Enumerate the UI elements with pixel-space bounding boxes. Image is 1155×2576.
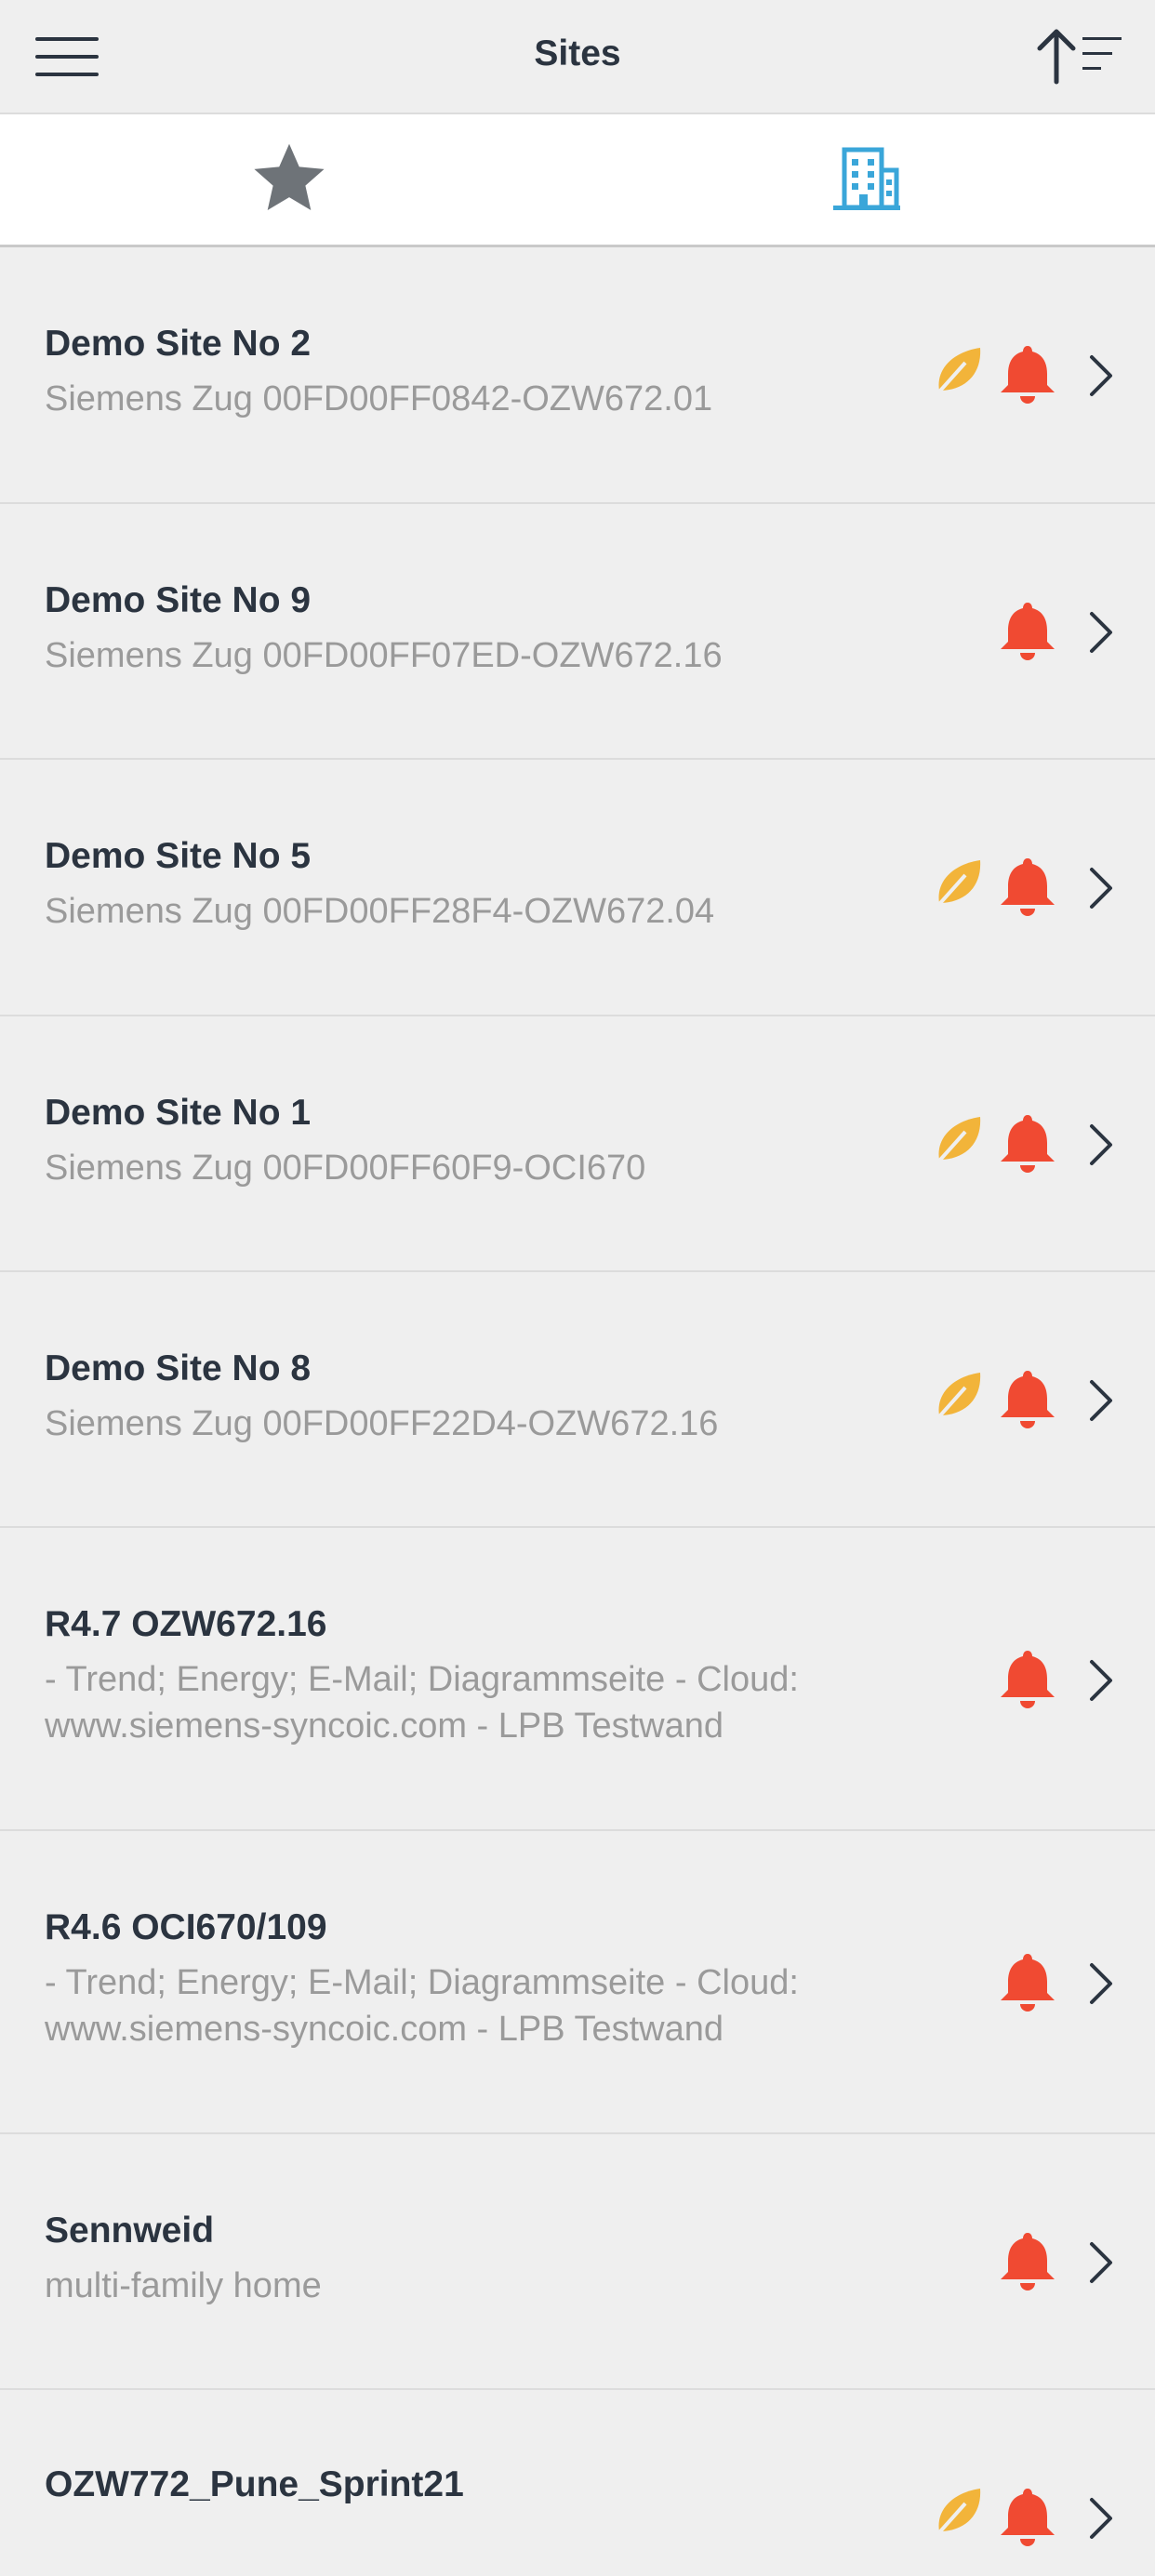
site-description: Siemens Zug 00FD00FF07ED-OZW672.16 bbox=[45, 636, 723, 675]
site-name: Demo Site No 5 bbox=[45, 836, 312, 876]
site-description: Siemens Zug 00FD00FF60F9-OCI670 bbox=[45, 1149, 646, 1188]
sort-ascending-icon bbox=[1037, 29, 1122, 85]
star-icon bbox=[253, 143, 325, 211]
leaf-icon bbox=[932, 348, 981, 400]
app-header: Sites bbox=[0, 0, 1155, 114]
site-name: R4.6 OCI670/109 bbox=[45, 1907, 327, 1947]
site-name: Demo Site No 8 bbox=[45, 1348, 312, 1388]
chevron-right-icon bbox=[1090, 2242, 1112, 2283]
leaf-icon bbox=[932, 1117, 981, 1169]
alarm-bell-icon bbox=[1001, 1115, 1055, 1173]
sites-list: Demo Site No 2 Siemens Zug 00FD00FF0842-… bbox=[0, 247, 1155, 2576]
site-description: - Trend; Energy; E-Mail; Diagrammseite -… bbox=[45, 1963, 799, 2049]
leaf-icon bbox=[932, 1373, 981, 1425]
list-item[interactable]: R4.6 OCI670/109 - Trend; Energy; E-Mail;… bbox=[0, 1831, 1155, 2134]
site-name: Demo Site No 1 bbox=[45, 1093, 312, 1133]
tab-sites[interactable] bbox=[578, 114, 1155, 245]
list-item[interactable]: Demo Site No 2 Siemens Zug 00FD00FF0842-… bbox=[0, 247, 1155, 504]
chevron-right-icon bbox=[1090, 1380, 1112, 1421]
list-item[interactable]: Demo Site No 1 Siemens Zug 00FD00FF60F9-… bbox=[0, 1016, 1155, 1272]
chevron-right-icon bbox=[1090, 868, 1112, 909]
list-item[interactable]: Demo Site No 5 Siemens Zug 00FD00FF28F4-… bbox=[0, 760, 1155, 1016]
site-name: Sennweid bbox=[45, 2211, 215, 2251]
chevron-right-icon bbox=[1090, 1963, 1112, 2004]
site-description: Siemens Zug 00FD00FF0842-OZW672.01 bbox=[45, 379, 713, 418]
tab-favorites[interactable] bbox=[0, 114, 578, 245]
list-item[interactable]: Sennweid multi-family home bbox=[0, 2134, 1155, 2390]
building-icon bbox=[832, 147, 900, 210]
tab-bar bbox=[0, 114, 1155, 247]
page-title: Sites bbox=[534, 33, 621, 73]
alarm-bell-icon bbox=[1001, 2233, 1055, 2291]
chevron-right-icon bbox=[1090, 1124, 1112, 1165]
alarm-bell-icon bbox=[1001, 858, 1055, 916]
site-name: R4.7 OZW672.16 bbox=[45, 1604, 327, 1644]
leaf-icon bbox=[932, 2489, 981, 2541]
list-item[interactable]: OZW772_Pune_Sprint21 bbox=[0, 2390, 1155, 2576]
sort-button[interactable] bbox=[1032, 26, 1125, 86]
alarm-bell-icon bbox=[1001, 346, 1055, 404]
site-description: Siemens Zug 00FD00FF22D4-OZW672.16 bbox=[45, 1404, 719, 1443]
alarm-bell-icon bbox=[1001, 1954, 1055, 2012]
site-name: Demo Site No 2 bbox=[45, 324, 312, 364]
chevron-right-icon bbox=[1090, 355, 1112, 396]
leaf-icon bbox=[932, 860, 981, 912]
site-name: OZW772_Pune_Sprint21 bbox=[45, 2464, 464, 2504]
alarm-bell-icon bbox=[1001, 2489, 1055, 2546]
chevron-right-icon bbox=[1090, 1660, 1112, 1701]
list-item[interactable]: Demo Site No 9 Siemens Zug 00FD00FF07ED-… bbox=[0, 504, 1155, 760]
list-item[interactable]: Demo Site No 8 Siemens Zug 00FD00FF22D4-… bbox=[0, 1272, 1155, 1528]
site-description: multi-family home bbox=[45, 2266, 322, 2305]
site-description: Siemens Zug 00FD00FF28F4-OZW672.04 bbox=[45, 892, 715, 931]
alarm-bell-icon bbox=[1001, 603, 1055, 660]
chevron-right-icon bbox=[1090, 2498, 1112, 2539]
alarm-bell-icon bbox=[1001, 1371, 1055, 1428]
site-name: Demo Site No 9 bbox=[45, 580, 312, 620]
site-description: - Trend; Energy; E-Mail; Diagrammseite -… bbox=[45, 1660, 799, 1746]
list-item[interactable]: R4.7 OZW672.16 - Trend; Energy; E-Mail; … bbox=[0, 1528, 1155, 1831]
chevron-right-icon bbox=[1090, 612, 1112, 653]
alarm-bell-icon bbox=[1001, 1651, 1055, 1708]
